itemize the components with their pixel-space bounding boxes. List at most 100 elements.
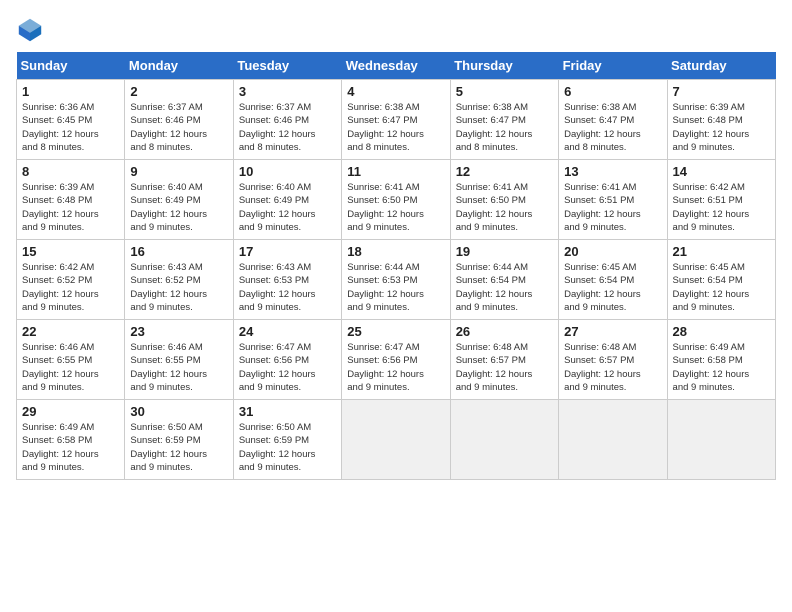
day-detail: Sunrise: 6:46 AM Sunset: 6:55 PM Dayligh… bbox=[22, 341, 119, 394]
calendar-day-cell: 6 Sunrise: 6:38 AM Sunset: 6:47 PM Dayli… bbox=[559, 80, 667, 160]
day-number: 12 bbox=[456, 164, 553, 179]
day-detail: Sunrise: 6:42 AM Sunset: 6:51 PM Dayligh… bbox=[673, 181, 770, 234]
day-detail: Sunrise: 6:40 AM Sunset: 6:49 PM Dayligh… bbox=[239, 181, 336, 234]
calendar-day-cell: 31 Sunrise: 6:50 AM Sunset: 6:59 PM Dayl… bbox=[233, 400, 341, 480]
day-detail: Sunrise: 6:43 AM Sunset: 6:52 PM Dayligh… bbox=[130, 261, 227, 314]
day-number: 14 bbox=[673, 164, 770, 179]
calendar-day-cell: 30 Sunrise: 6:50 AM Sunset: 6:59 PM Dayl… bbox=[125, 400, 233, 480]
calendar-day-cell: 26 Sunrise: 6:48 AM Sunset: 6:57 PM Dayl… bbox=[450, 320, 558, 400]
day-detail: Sunrise: 6:37 AM Sunset: 6:46 PM Dayligh… bbox=[130, 101, 227, 154]
day-number: 23 bbox=[130, 324, 227, 339]
day-number: 11 bbox=[347, 164, 444, 179]
day-number: 13 bbox=[564, 164, 661, 179]
calendar-day-cell: 22 Sunrise: 6:46 AM Sunset: 6:55 PM Dayl… bbox=[17, 320, 125, 400]
day-number: 30 bbox=[130, 404, 227, 419]
day-number: 10 bbox=[239, 164, 336, 179]
day-number: 21 bbox=[673, 244, 770, 259]
calendar-day-cell: 29 Sunrise: 6:49 AM Sunset: 6:58 PM Dayl… bbox=[17, 400, 125, 480]
day-number: 17 bbox=[239, 244, 336, 259]
day-number: 25 bbox=[347, 324, 444, 339]
day-number: 28 bbox=[673, 324, 770, 339]
calendar-day-cell bbox=[342, 400, 450, 480]
calendar-week-row: 1 Sunrise: 6:36 AM Sunset: 6:45 PM Dayli… bbox=[17, 80, 776, 160]
day-detail: Sunrise: 6:47 AM Sunset: 6:56 PM Dayligh… bbox=[347, 341, 444, 394]
day-detail: Sunrise: 6:36 AM Sunset: 6:45 PM Dayligh… bbox=[22, 101, 119, 154]
day-detail: Sunrise: 6:48 AM Sunset: 6:57 PM Dayligh… bbox=[456, 341, 553, 394]
calendar-day-cell: 4 Sunrise: 6:38 AM Sunset: 6:47 PM Dayli… bbox=[342, 80, 450, 160]
calendar-day-cell: 13 Sunrise: 6:41 AM Sunset: 6:51 PM Dayl… bbox=[559, 160, 667, 240]
day-number: 24 bbox=[239, 324, 336, 339]
calendar-day-cell: 16 Sunrise: 6:43 AM Sunset: 6:52 PM Dayl… bbox=[125, 240, 233, 320]
day-detail: Sunrise: 6:48 AM Sunset: 6:57 PM Dayligh… bbox=[564, 341, 661, 394]
calendar-day-cell: 14 Sunrise: 6:42 AM Sunset: 6:51 PM Dayl… bbox=[667, 160, 775, 240]
day-detail: Sunrise: 6:49 AM Sunset: 6:58 PM Dayligh… bbox=[673, 341, 770, 394]
calendar-day-cell: 1 Sunrise: 6:36 AM Sunset: 6:45 PM Dayli… bbox=[17, 80, 125, 160]
day-number: 20 bbox=[564, 244, 661, 259]
day-number: 22 bbox=[22, 324, 119, 339]
day-number: 7 bbox=[673, 84, 770, 99]
day-of-week-header: Sunday bbox=[17, 52, 125, 80]
calendar-day-cell: 10 Sunrise: 6:40 AM Sunset: 6:49 PM Dayl… bbox=[233, 160, 341, 240]
day-detail: Sunrise: 6:39 AM Sunset: 6:48 PM Dayligh… bbox=[673, 101, 770, 154]
page-header bbox=[16, 16, 776, 44]
calendar-week-row: 8 Sunrise: 6:39 AM Sunset: 6:48 PM Dayli… bbox=[17, 160, 776, 240]
calendar-week-row: 22 Sunrise: 6:46 AM Sunset: 6:55 PM Dayl… bbox=[17, 320, 776, 400]
day-detail: Sunrise: 6:41 AM Sunset: 6:50 PM Dayligh… bbox=[456, 181, 553, 234]
day-of-week-header: Thursday bbox=[450, 52, 558, 80]
calendar-day-cell: 18 Sunrise: 6:44 AM Sunset: 6:53 PM Dayl… bbox=[342, 240, 450, 320]
calendar-day-cell: 8 Sunrise: 6:39 AM Sunset: 6:48 PM Dayli… bbox=[17, 160, 125, 240]
calendar-day-cell: 2 Sunrise: 6:37 AM Sunset: 6:46 PM Dayli… bbox=[125, 80, 233, 160]
day-detail: Sunrise: 6:45 AM Sunset: 6:54 PM Dayligh… bbox=[673, 261, 770, 314]
day-number: 9 bbox=[130, 164, 227, 179]
day-number: 5 bbox=[456, 84, 553, 99]
day-of-week-header: Friday bbox=[559, 52, 667, 80]
days-header-row: SundayMondayTuesdayWednesdayThursdayFrid… bbox=[17, 52, 776, 80]
calendar-table: SundayMondayTuesdayWednesdayThursdayFrid… bbox=[16, 52, 776, 480]
calendar-day-cell: 5 Sunrise: 6:38 AM Sunset: 6:47 PM Dayli… bbox=[450, 80, 558, 160]
day-detail: Sunrise: 6:42 AM Sunset: 6:52 PM Dayligh… bbox=[22, 261, 119, 314]
day-detail: Sunrise: 6:41 AM Sunset: 6:51 PM Dayligh… bbox=[564, 181, 661, 234]
calendar-day-cell: 27 Sunrise: 6:48 AM Sunset: 6:57 PM Dayl… bbox=[559, 320, 667, 400]
calendar-week-row: 29 Sunrise: 6:49 AM Sunset: 6:58 PM Dayl… bbox=[17, 400, 776, 480]
day-detail: Sunrise: 6:46 AM Sunset: 6:55 PM Dayligh… bbox=[130, 341, 227, 394]
calendar-day-cell: 20 Sunrise: 6:45 AM Sunset: 6:54 PM Dayl… bbox=[559, 240, 667, 320]
day-number: 19 bbox=[456, 244, 553, 259]
day-number: 6 bbox=[564, 84, 661, 99]
calendar-day-cell: 9 Sunrise: 6:40 AM Sunset: 6:49 PM Dayli… bbox=[125, 160, 233, 240]
logo bbox=[16, 16, 48, 44]
day-number: 27 bbox=[564, 324, 661, 339]
day-number: 8 bbox=[22, 164, 119, 179]
day-detail: Sunrise: 6:44 AM Sunset: 6:53 PM Dayligh… bbox=[347, 261, 444, 314]
day-detail: Sunrise: 6:38 AM Sunset: 6:47 PM Dayligh… bbox=[564, 101, 661, 154]
calendar-day-cell bbox=[667, 400, 775, 480]
calendar-day-cell: 23 Sunrise: 6:46 AM Sunset: 6:55 PM Dayl… bbox=[125, 320, 233, 400]
day-detail: Sunrise: 6:38 AM Sunset: 6:47 PM Dayligh… bbox=[456, 101, 553, 154]
day-number: 1 bbox=[22, 84, 119, 99]
calendar-day-cell: 17 Sunrise: 6:43 AM Sunset: 6:53 PM Dayl… bbox=[233, 240, 341, 320]
day-number: 31 bbox=[239, 404, 336, 419]
calendar-day-cell: 15 Sunrise: 6:42 AM Sunset: 6:52 PM Dayl… bbox=[17, 240, 125, 320]
calendar-day-cell: 7 Sunrise: 6:39 AM Sunset: 6:48 PM Dayli… bbox=[667, 80, 775, 160]
calendar-day-cell: 21 Sunrise: 6:45 AM Sunset: 6:54 PM Dayl… bbox=[667, 240, 775, 320]
day-number: 18 bbox=[347, 244, 444, 259]
day-number: 26 bbox=[456, 324, 553, 339]
day-of-week-header: Saturday bbox=[667, 52, 775, 80]
day-detail: Sunrise: 6:41 AM Sunset: 6:50 PM Dayligh… bbox=[347, 181, 444, 234]
calendar-day-cell: 24 Sunrise: 6:47 AM Sunset: 6:56 PM Dayl… bbox=[233, 320, 341, 400]
calendar-day-cell: 25 Sunrise: 6:47 AM Sunset: 6:56 PM Dayl… bbox=[342, 320, 450, 400]
day-number: 3 bbox=[239, 84, 336, 99]
calendar-day-cell bbox=[450, 400, 558, 480]
day-of-week-header: Tuesday bbox=[233, 52, 341, 80]
day-detail: Sunrise: 6:50 AM Sunset: 6:59 PM Dayligh… bbox=[130, 421, 227, 474]
calendar-day-cell bbox=[559, 400, 667, 480]
day-detail: Sunrise: 6:47 AM Sunset: 6:56 PM Dayligh… bbox=[239, 341, 336, 394]
day-detail: Sunrise: 6:50 AM Sunset: 6:59 PM Dayligh… bbox=[239, 421, 336, 474]
day-detail: Sunrise: 6:43 AM Sunset: 6:53 PM Dayligh… bbox=[239, 261, 336, 314]
day-detail: Sunrise: 6:49 AM Sunset: 6:58 PM Dayligh… bbox=[22, 421, 119, 474]
calendar-week-row: 15 Sunrise: 6:42 AM Sunset: 6:52 PM Dayl… bbox=[17, 240, 776, 320]
day-detail: Sunrise: 6:39 AM Sunset: 6:48 PM Dayligh… bbox=[22, 181, 119, 234]
logo-icon bbox=[16, 16, 44, 44]
day-detail: Sunrise: 6:40 AM Sunset: 6:49 PM Dayligh… bbox=[130, 181, 227, 234]
day-detail: Sunrise: 6:44 AM Sunset: 6:54 PM Dayligh… bbox=[456, 261, 553, 314]
day-number: 2 bbox=[130, 84, 227, 99]
